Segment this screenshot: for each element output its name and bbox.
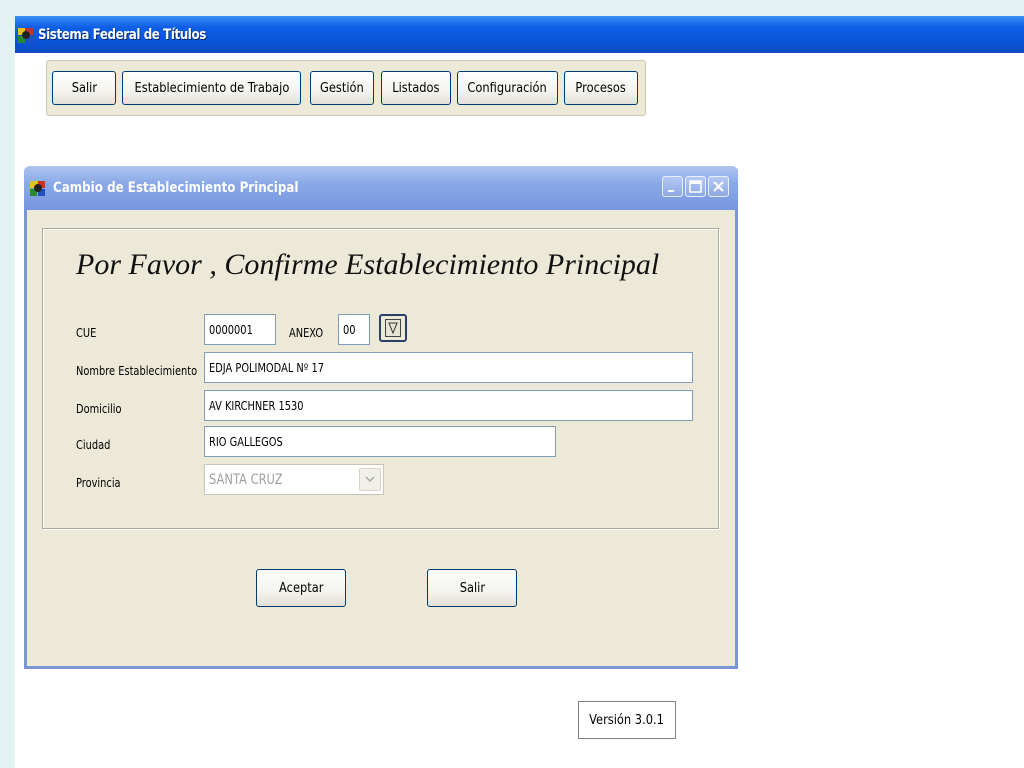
aceptar-button[interactable]: Aceptar bbox=[256, 569, 346, 607]
provincia-label: Provincia bbox=[76, 476, 121, 490]
menu-configuracion-button[interactable]: Configuración bbox=[457, 71, 558, 105]
background-left bbox=[0, 0, 15, 768]
funnel-icon bbox=[385, 319, 401, 337]
anexo-input[interactable]: 00 bbox=[338, 314, 370, 345]
domicilio-input[interactable]: AV KIRCHNER 1530 bbox=[204, 390, 693, 421]
app-logo-icon bbox=[18, 27, 33, 43]
search-establecimiento-button[interactable] bbox=[379, 314, 407, 342]
dialog-title: Cambio de Establecimiento Principal bbox=[53, 180, 299, 196]
main-menu: Salir Establecimiento de Trabajo Gestión… bbox=[46, 60, 646, 116]
menu-procesos-button[interactable]: Procesos bbox=[564, 71, 638, 105]
version-label: Versión 3.0.1 bbox=[578, 701, 676, 739]
maximize-button[interactable] bbox=[685, 176, 706, 197]
domicilio-label: Domicilio bbox=[76, 402, 122, 416]
menu-listados-button[interactable]: Listados bbox=[381, 71, 451, 105]
menu-salir-button[interactable]: Salir bbox=[52, 71, 116, 105]
chevron-down-icon bbox=[359, 468, 381, 491]
app-titlebar: Sistema Federal de Títulos bbox=[15, 16, 1024, 53]
menu-gestion-button[interactable]: Gestión bbox=[310, 71, 374, 105]
app-title: Sistema Federal de Títulos bbox=[38, 26, 206, 43]
dialog-heading: Por Favor , Confirme Establecimiento Pri… bbox=[76, 248, 660, 281]
menu-establecimiento-button[interactable]: Establecimiento de Trabajo bbox=[122, 71, 301, 105]
provincia-select[interactable]: SANTA CRUZ bbox=[204, 464, 384, 495]
dialog-titlebar[interactable]: Cambio de Establecimiento Principal bbox=[24, 166, 738, 210]
minimize-button[interactable] bbox=[662, 176, 683, 197]
cue-label: CUE bbox=[76, 326, 97, 340]
maximize-icon bbox=[689, 180, 702, 193]
dialog-window: Cambio de Establecimiento Principal Por … bbox=[24, 166, 738, 669]
minimize-icon bbox=[668, 190, 674, 192]
dialog-logo-icon bbox=[30, 181, 45, 196]
nombre-label: Nombre Establecimiento bbox=[76, 364, 198, 378]
salir-button[interactable]: Salir bbox=[427, 569, 517, 607]
nombre-input[interactable]: EDJA POLIMODAL Nº 17 bbox=[204, 352, 693, 383]
ciudad-input[interactable]: RIO GALLEGOS bbox=[204, 426, 556, 457]
ciudad-label: Ciudad bbox=[76, 438, 111, 452]
close-button[interactable] bbox=[708, 176, 729, 197]
anexo-label: ANEXO bbox=[289, 326, 324, 340]
background-top bbox=[0, 0, 1024, 16]
close-icon bbox=[713, 181, 724, 192]
cue-input[interactable]: 0000001 bbox=[204, 314, 276, 345]
